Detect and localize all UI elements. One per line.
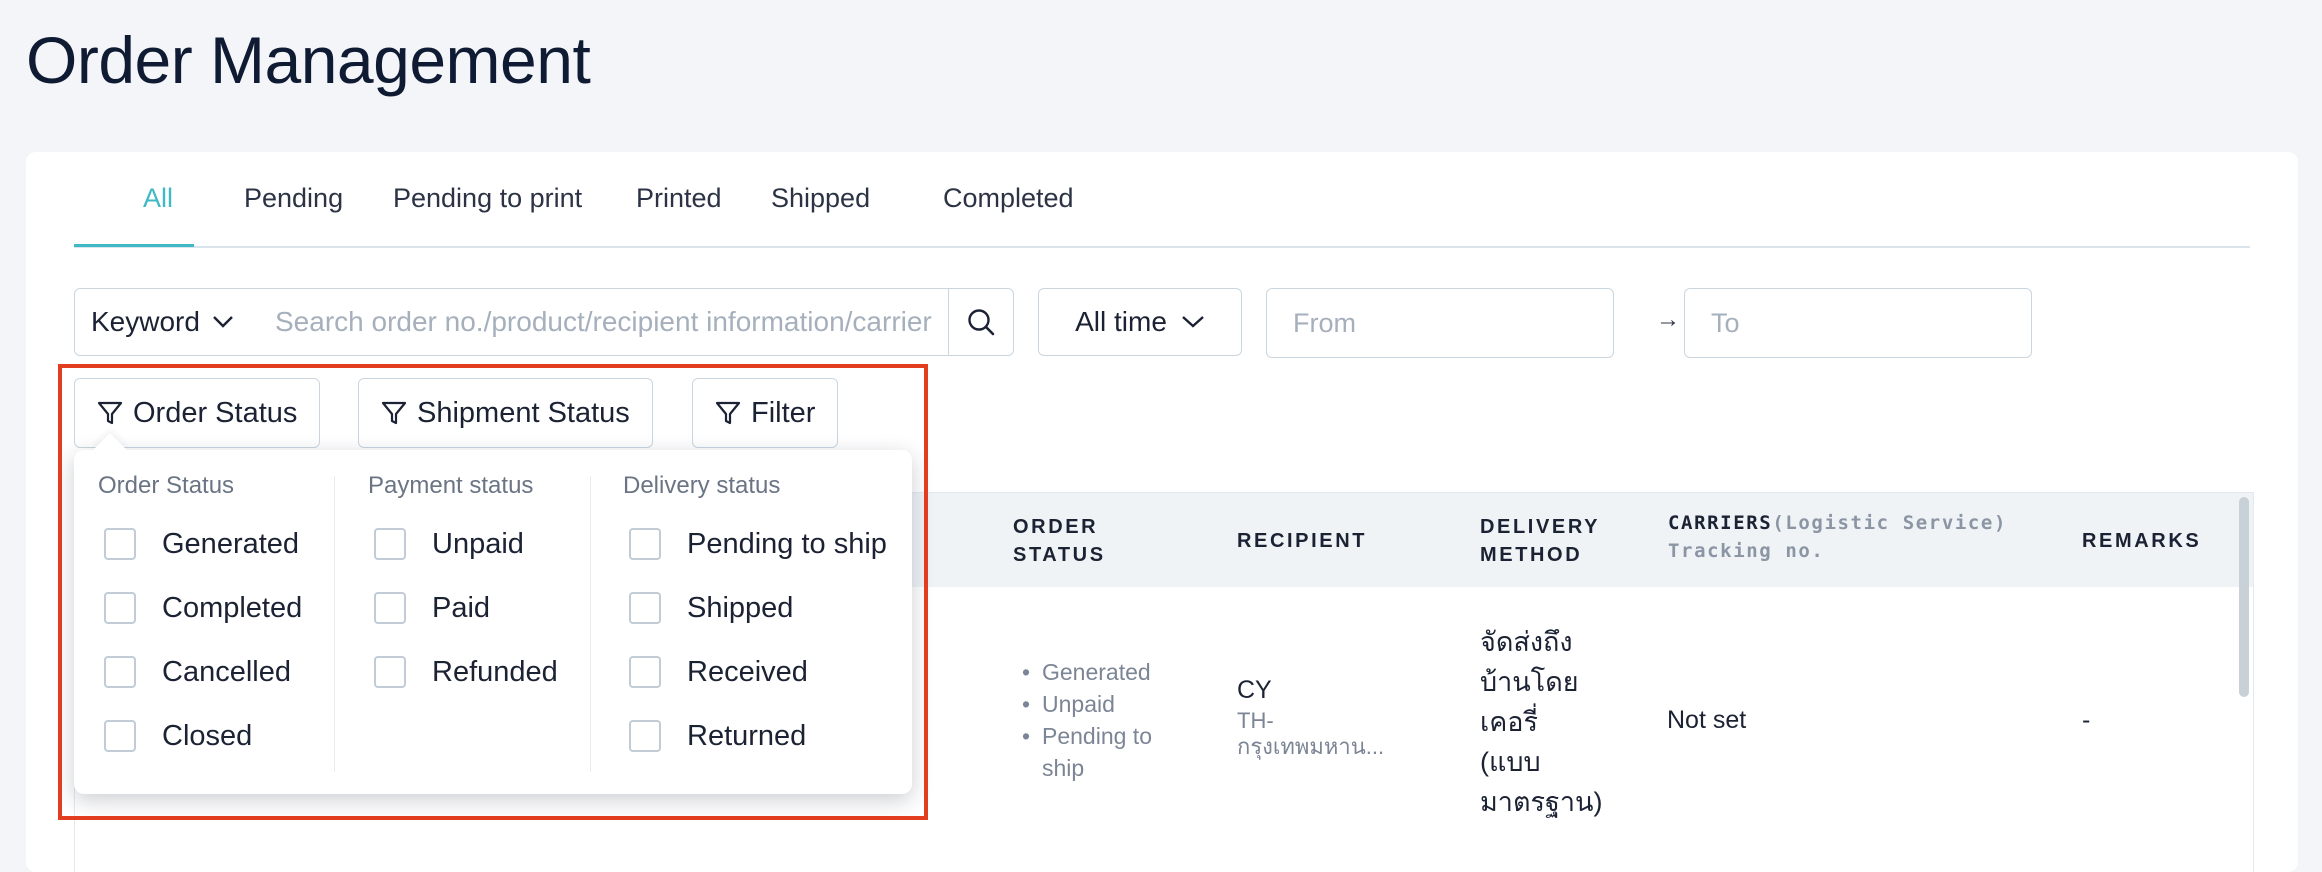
payment-status-column: Payment status Unpaid Paid Refunded xyxy=(368,472,558,704)
active-tab-indicator xyxy=(74,244,194,247)
order-status-column: Order Status Generated Completed Cancell… xyxy=(98,472,302,768)
checkbox[interactable] xyxy=(629,592,661,624)
column-header-delivery-method: DELIVERY METHOD xyxy=(1480,516,1601,566)
filter-button[interactable]: Filter xyxy=(692,378,839,448)
tab-shipped[interactable]: Shipped xyxy=(771,183,870,214)
checkbox[interactable] xyxy=(374,592,406,624)
date-from-input[interactable] xyxy=(1266,288,1614,358)
filter-button-label: Filter xyxy=(751,396,816,429)
checkbox[interactable] xyxy=(104,720,136,752)
recipient-cell: CY TH- กรุงเทพมหาน... xyxy=(1237,672,1384,760)
remarks-cell: - xyxy=(2082,706,2091,734)
chevron-down-icon xyxy=(213,316,233,328)
order-status-cell: Generated Unpaid Pending toship xyxy=(1022,656,1152,784)
chevron-down-icon xyxy=(1182,316,1204,328)
order-status-dropdown: Order Status Generated Completed Cancell… xyxy=(74,433,912,794)
time-range-select[interactable]: All time xyxy=(1038,288,1242,356)
delivery-status-column-title: Delivery status xyxy=(623,472,781,499)
checkbox[interactable] xyxy=(104,528,136,560)
column-header-order-status: ORDER STATUS xyxy=(1013,516,1106,566)
checkbox[interactable] xyxy=(629,720,661,752)
delivery-method-cell: จัดส่งถึง บ้านโดย เคอรี่ (แบบ มาตรฐาน) xyxy=(1480,627,1603,817)
checkbox[interactable] xyxy=(374,528,406,560)
shipment-status-filter-label: Shipment Status xyxy=(417,396,630,429)
table-scrollbar[interactable] xyxy=(2239,497,2249,697)
checkbox[interactable] xyxy=(104,592,136,624)
tab-pending[interactable]: Pending xyxy=(244,183,343,214)
page-title: Order Management xyxy=(26,23,591,97)
option-unpaid[interactable]: Unpaid xyxy=(368,512,558,576)
checkbox[interactable] xyxy=(629,528,661,560)
option-returned[interactable]: Returned xyxy=(623,704,887,768)
filter-icon xyxy=(97,401,123,425)
column-header-remarks: REMARKS xyxy=(2082,530,2202,552)
recipient-address: TH- กรุงเทพมหาน... xyxy=(1237,708,1385,759)
recipient-name: CY xyxy=(1237,676,1272,704)
keyword-select-label: Keyword xyxy=(91,306,200,337)
status-generated: Generated xyxy=(1022,656,1152,688)
option-completed[interactable]: Completed xyxy=(98,576,302,640)
status-pending-to-ship: Pending toship xyxy=(1022,720,1152,784)
option-received[interactable]: Received xyxy=(623,640,887,704)
order-status-filter-label: Order Status xyxy=(133,396,298,429)
search-input[interactable] xyxy=(259,288,949,356)
search-icon xyxy=(968,309,995,336)
option-paid[interactable]: Paid xyxy=(368,576,558,640)
column-header-carriers: CARRIERS(Logistic Service) Tracking no. xyxy=(1668,512,2008,562)
filter-icon xyxy=(715,401,741,425)
payment-status-column-title: Payment status xyxy=(368,472,534,499)
checkbox[interactable] xyxy=(104,656,136,688)
tab-pending-to-print[interactable]: Pending to print xyxy=(393,183,582,214)
date-to-input[interactable] xyxy=(1684,288,2032,358)
status-unpaid: Unpaid xyxy=(1022,688,1152,720)
status-tabs: All Pending Pending to print Printed Shi… xyxy=(74,152,2250,248)
checkbox[interactable] xyxy=(629,656,661,688)
option-closed[interactable]: Closed xyxy=(98,704,302,768)
search-button[interactable] xyxy=(948,288,1014,356)
option-refunded[interactable]: Refunded xyxy=(368,640,558,704)
time-range-label: All time xyxy=(1075,306,1167,337)
tab-printed[interactable]: Printed xyxy=(636,183,722,214)
tab-completed[interactable]: Completed xyxy=(943,183,1074,214)
order-status-column-title: Order Status xyxy=(98,472,235,499)
column-header-recipient: RECIPIENT xyxy=(1237,530,1368,552)
tab-all[interactable]: All xyxy=(143,183,173,214)
filter-icon xyxy=(381,401,407,425)
carrier-cell: Not set xyxy=(1667,706,1747,734)
checkbox[interactable] xyxy=(374,656,406,688)
date-range-arrow: → xyxy=(1656,306,1680,333)
option-cancelled[interactable]: Cancelled xyxy=(98,640,302,704)
option-generated[interactable]: Generated xyxy=(98,512,302,576)
keyword-select[interactable]: Keyword xyxy=(74,288,260,356)
delivery-status-column: Delivery status Pending to ship Shipped … xyxy=(623,472,887,768)
option-pending-to-ship[interactable]: Pending to ship xyxy=(623,512,887,576)
shipment-status-filter-button[interactable]: Shipment Status xyxy=(358,378,653,448)
option-shipped[interactable]: Shipped xyxy=(623,576,887,640)
column-divider xyxy=(334,476,335,772)
column-divider xyxy=(590,476,591,772)
